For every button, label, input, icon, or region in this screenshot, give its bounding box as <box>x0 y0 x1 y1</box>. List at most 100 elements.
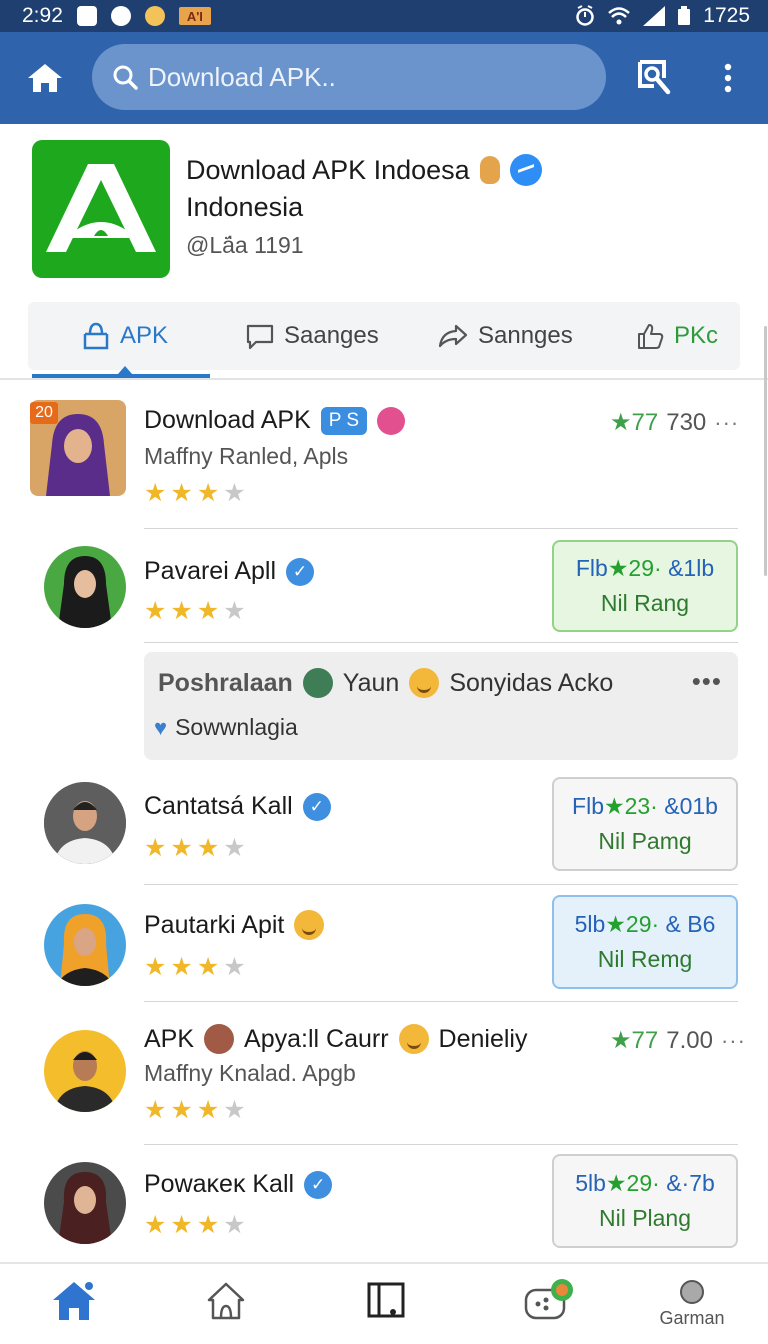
get-button[interactable]: 5lb★29· &·7b Nil Plang <box>552 1154 738 1248</box>
person-avatar <box>54 1051 116 1112</box>
item-title-row: Cantatsá Kall ✓ <box>144 792 331 821</box>
person-avatar <box>58 556 112 628</box>
person-avatar <box>56 914 114 986</box>
star-rating: ★ ★ ★ ★ <box>144 1213 246 1238</box>
tab-saanges[interactable]: Saanges <box>246 302 379 370</box>
card-text: Flb <box>575 555 608 581</box>
star-icon: ★ <box>170 1096 193 1124</box>
star-icon: ★ <box>170 597 193 625</box>
more-options-icon[interactable]: ··· <box>714 410 739 436</box>
profile-circle-icon <box>680 1280 704 1304</box>
card-text: &1lb <box>668 555 715 581</box>
tab-sannges[interactable]: Sannges <box>438 302 573 370</box>
mini-avatar <box>302 668 333 698</box>
calendar-icon <box>76 6 97 26</box>
card-star-text: ★29· <box>605 1170 660 1196</box>
item-title-row: APK Apya:ll Caurr Denieliy <box>144 1024 527 1054</box>
item-title: Pavarei Apll <box>144 557 277 585</box>
item-subtitle: Maffny Ranled, Apls <box>144 443 349 469</box>
verified-icon: ✓ <box>286 557 315 586</box>
home-icon[interactable] <box>26 62 64 94</box>
smile-emoji-icon <box>294 910 325 940</box>
tab-bar: APK Saanges Sannges PKc <box>28 302 740 370</box>
item-title: Download APK <box>144 406 311 434</box>
star-icon: ★ <box>223 479 246 507</box>
get-button-line2: Nil Rang <box>600 590 690 616</box>
search-input[interactable] <box>148 61 568 93</box>
star-rating: ★ ★ ★ ★ <box>144 836 246 861</box>
tab-pkc[interactable]: PKc <box>636 302 718 370</box>
get-button[interactable]: Flb★29· &1lb Nil Rang <box>552 540 738 632</box>
item-title-row: Download APK P S <box>144 406 406 435</box>
star-icon: ★ <box>223 597 246 625</box>
hand-icon <box>479 156 500 184</box>
nav-library[interactable] <box>356 1278 416 1334</box>
card-star-text: ★23· <box>603 793 658 819</box>
messenger-icon[interactable] <box>509 154 542 186</box>
profile-title-row: Download APK Indoesa <box>186 154 542 186</box>
heart-icon[interactable]: ♥ <box>154 715 167 741</box>
more-vertical-icon[interactable] <box>718 62 738 94</box>
scan-search-icon[interactable] <box>636 58 672 96</box>
post-card[interactable]: Poshralaan Yaun Sonyidas Acko ••• ♥ Soww… <box>144 652 738 760</box>
star-icon: ★ <box>196 597 220 625</box>
profile-subtitle: Indonesia <box>186 192 304 222</box>
nav-home[interactable] <box>44 1278 104 1334</box>
card-text: & B6 <box>665 911 716 937</box>
star-icon: ★ <box>196 1096 220 1124</box>
heart-badge-icon <box>377 406 406 435</box>
star-icon: ★ <box>170 834 193 862</box>
item-avatar <box>44 1030 126 1112</box>
wifi-icon <box>608 7 631 25</box>
tabs-divider <box>0 378 768 380</box>
nav-games[interactable] <box>518 1278 578 1334</box>
star-icon: ★ <box>223 834 246 862</box>
star-icon: ★ <box>223 1211 246 1239</box>
gamepad-icon <box>524 1279 573 1320</box>
store-icon <box>83 322 109 350</box>
active-tab-caret <box>118 366 132 374</box>
star-icon: ★ <box>144 479 167 507</box>
post-reaction-text: Sowwnlagia <box>175 714 298 740</box>
star-icon: ★ <box>223 953 246 981</box>
more-options-icon[interactable]: ··· <box>721 1028 746 1054</box>
item-title: APK <box>144 1024 195 1053</box>
profile-handle: @Lá̈a 1191 <box>186 232 304 258</box>
star-icon: ★ <box>196 834 220 862</box>
star-rating: ★ ★ ★ ★ <box>144 955 246 980</box>
item-avatar <box>44 1162 126 1244</box>
mini-avatar <box>204 1024 235 1054</box>
post-text: Sonyidas Acko <box>449 668 614 697</box>
nav-profile[interactable]: Garman <box>659 1278 725 1334</box>
alarm-icon <box>576 5 595 26</box>
star-rating: ★ ★ ★ ★ <box>144 481 246 506</box>
get-button[interactable]: 5lb★29· & B6 Nil Remg <box>552 895 738 989</box>
card-text: 5lb <box>575 1170 606 1196</box>
bottom-nav: Garman <box>0 1262 768 1344</box>
profile-header: Download APK Indoesa Indonesia @Lá̈a 119… <box>0 124 768 300</box>
tab-apk-label: APK <box>120 322 169 349</box>
item-avatar <box>44 904 126 986</box>
card-text: &01b <box>664 793 718 819</box>
get-button-line2: Nil Pamg <box>598 828 692 854</box>
tab-apk[interactable]: APK <box>82 302 168 370</box>
divider <box>144 528 738 529</box>
post-more-icon[interactable]: ••• <box>692 666 722 697</box>
coin-icon <box>144 6 165 26</box>
item-rank-badge: 20 <box>30 402 58 424</box>
star-rating: ★ ★ ★ ★ <box>144 1098 246 1123</box>
get-button[interactable]: Flb★23· &01b Nil Pamg <box>552 777 738 871</box>
card-text: &·7b <box>666 1170 715 1196</box>
carrier-badge-text: A'I <box>186 8 203 24</box>
profile-title: Download APK Indoesa <box>186 154 470 185</box>
person-avatar <box>44 782 126 864</box>
star-rating: ★ ★ ★ ★ <box>144 599 246 624</box>
thumbs-up-icon <box>638 324 664 349</box>
card-text: Flb <box>572 793 604 819</box>
rating-count: 7.00 <box>666 1026 713 1054</box>
scrollbar[interactable] <box>764 326 767 576</box>
search-bar[interactable] <box>92 44 606 110</box>
star-icon: ★ <box>223 1096 246 1124</box>
carrier-badge: A'I <box>178 7 211 25</box>
nav-store[interactable] <box>196 1278 256 1334</box>
